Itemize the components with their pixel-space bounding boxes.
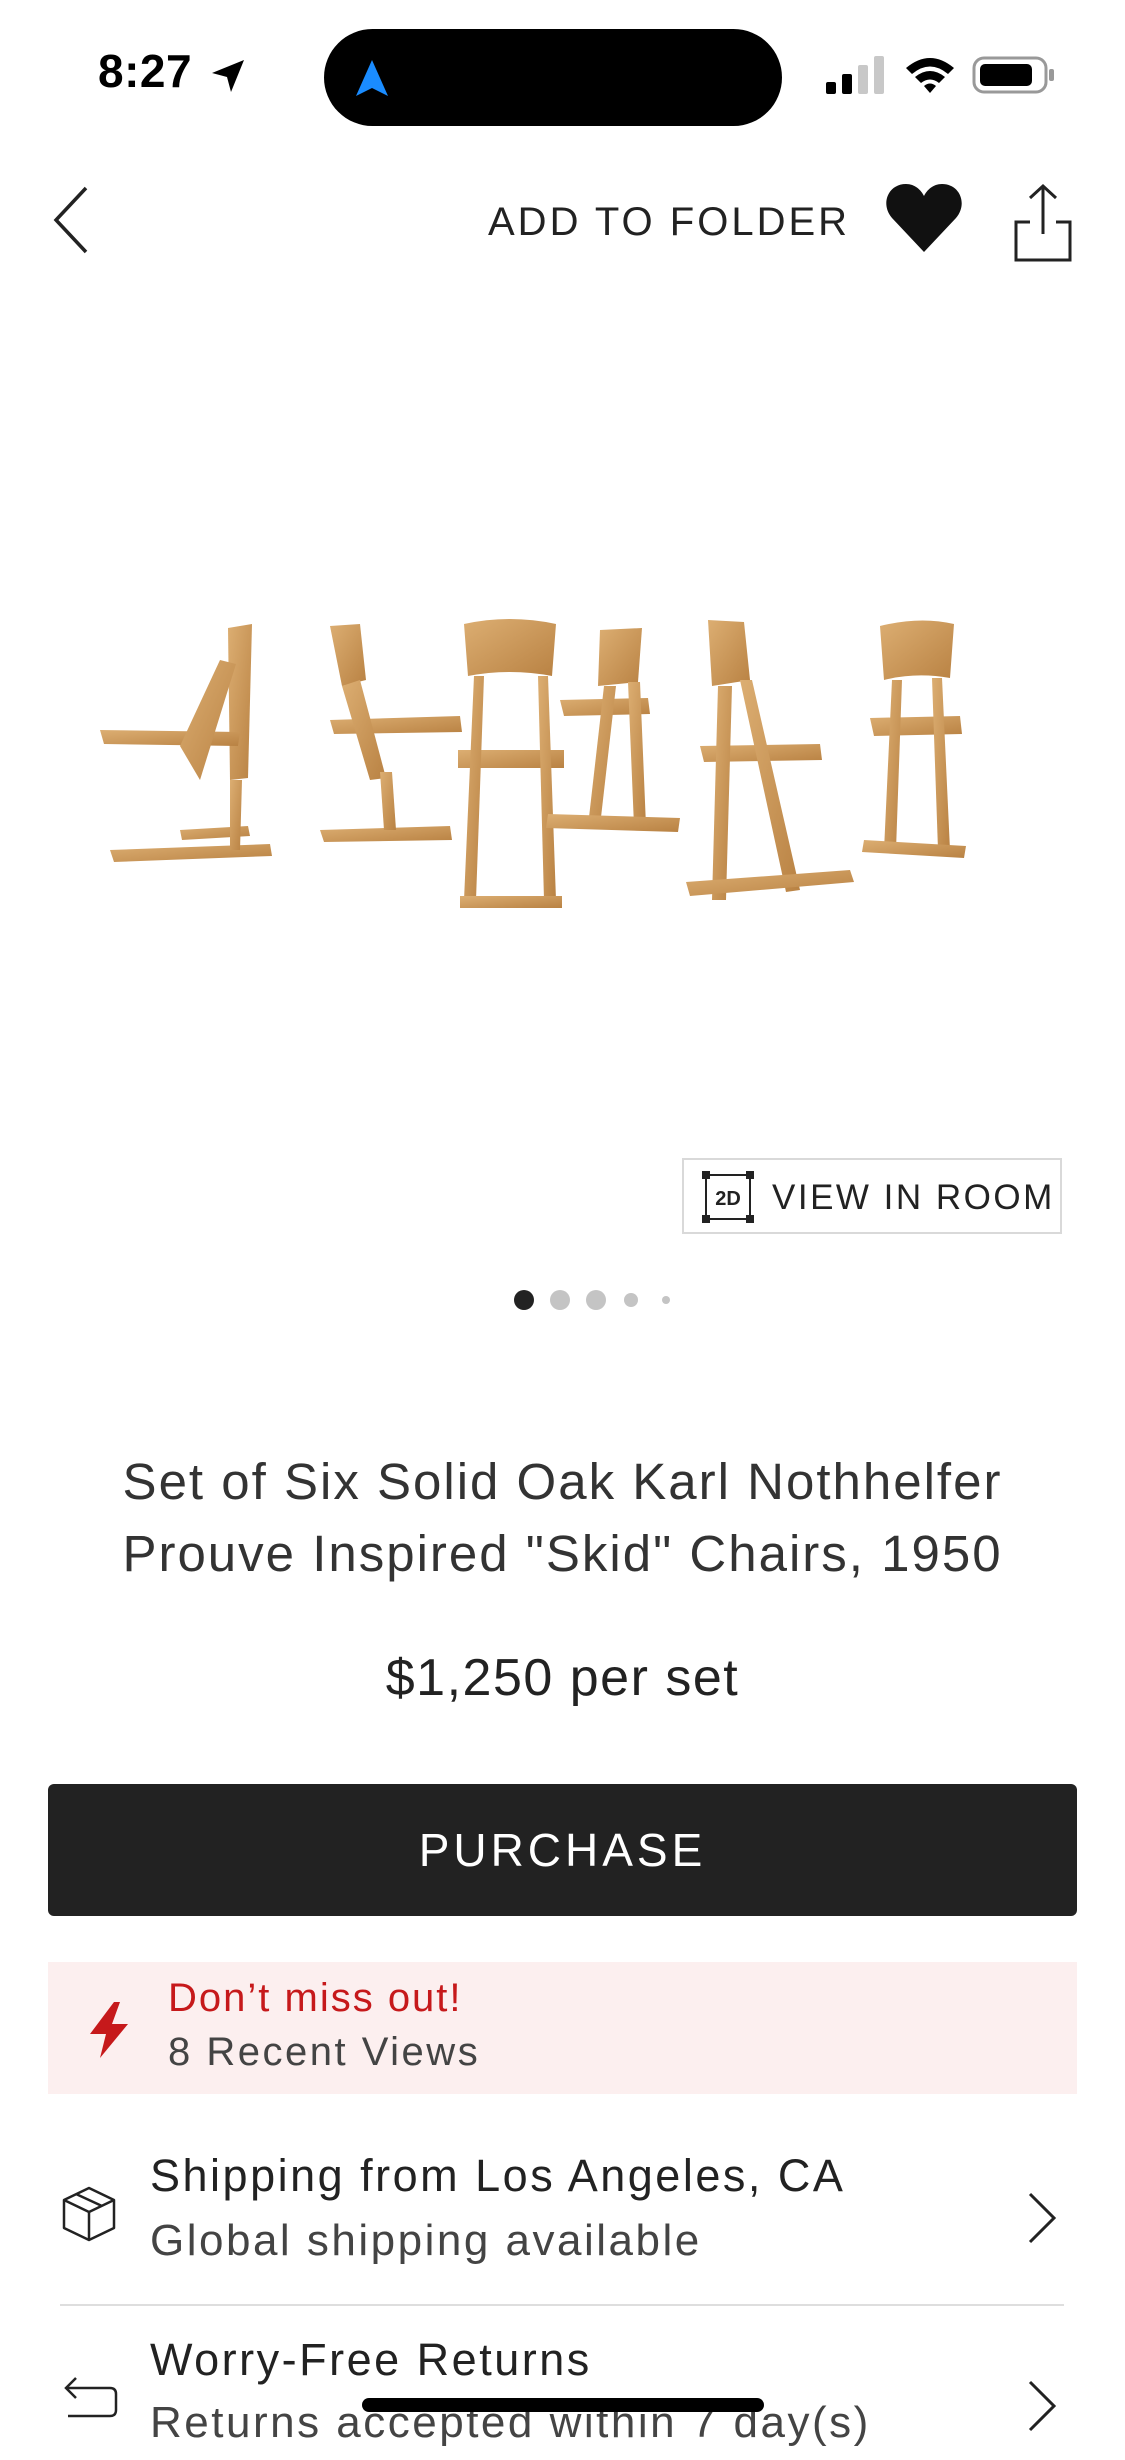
returns-row[interactable]: Worry-Free Returns Returns accepted with… (48, 2320, 1077, 2460)
favorite-heart-icon[interactable] (884, 178, 964, 258)
view-in-room-badge: 2D (715, 1188, 741, 1210)
view-in-room-icon: 2D (702, 1171, 754, 1223)
chair-2 (320, 624, 462, 842)
pagination-dot[interactable] (550, 1290, 570, 1310)
alert-subtitle: 8 Recent Views (168, 2030, 481, 2074)
navigation-arrow-icon (356, 60, 388, 96)
returns-title: Worry-Free Returns (150, 2334, 592, 2385)
pagination-dot[interactable] (514, 1290, 534, 1310)
view-in-room-label: VIEW IN ROOM (772, 1178, 1055, 1217)
battery-icon (972, 56, 1054, 94)
shipping-subtitle: Global shipping available (150, 2216, 702, 2265)
pagination-dot[interactable] (662, 1296, 670, 1304)
pagination-dot[interactable] (586, 1290, 606, 1310)
status-time: 8:27 (98, 45, 193, 97)
purchase-button[interactable]: PURCHASE (48, 1784, 1077, 1916)
shipping-title: Shipping from Los Angeles, CA (150, 2150, 846, 2201)
image-pagination (0, 1288, 1125, 1312)
chevron-right-icon (1028, 2192, 1057, 2244)
cellular-signal-icon (826, 56, 884, 94)
chair-1 (100, 624, 272, 862)
chair-4 (546, 628, 680, 832)
chair-3 (458, 619, 564, 908)
divider (60, 2304, 1064, 2306)
chair-6 (862, 620, 966, 858)
product-title: Set of Six Solid Oak Karl Nothhelfer Pro… (122, 1453, 1003, 1582)
package-box-icon (62, 2186, 116, 2242)
view-in-room-button[interactable]: 2D VIEW IN ROOM (682, 1158, 1062, 1234)
add-to-folder-button[interactable]: ADD TO FOLDER (488, 200, 850, 245)
share-icon[interactable] (1010, 182, 1076, 264)
dynamic-island (324, 29, 782, 126)
home-indicator (362, 2398, 764, 2412)
recent-views-alert: Don’t miss out! 8 Recent Views (48, 1962, 1077, 2094)
chevron-right-icon (1028, 2380, 1057, 2432)
return-arrow-icon (64, 2377, 118, 2418)
product-price: $1,250 per set (385, 1649, 740, 1707)
wifi-icon (906, 58, 954, 93)
pagination-dot[interactable] (624, 1293, 638, 1307)
chair-5 (686, 620, 854, 900)
shipping-row[interactable]: Shipping from Los Angeles, CA Global shi… (48, 2128, 1077, 2304)
back-button[interactable] (44, 180, 104, 260)
location-arrow-icon (212, 60, 244, 92)
product-image[interactable] (80, 600, 1040, 940)
lightning-bolt-icon (90, 2002, 128, 2058)
alert-title: Don’t miss out! (168, 1976, 463, 2020)
